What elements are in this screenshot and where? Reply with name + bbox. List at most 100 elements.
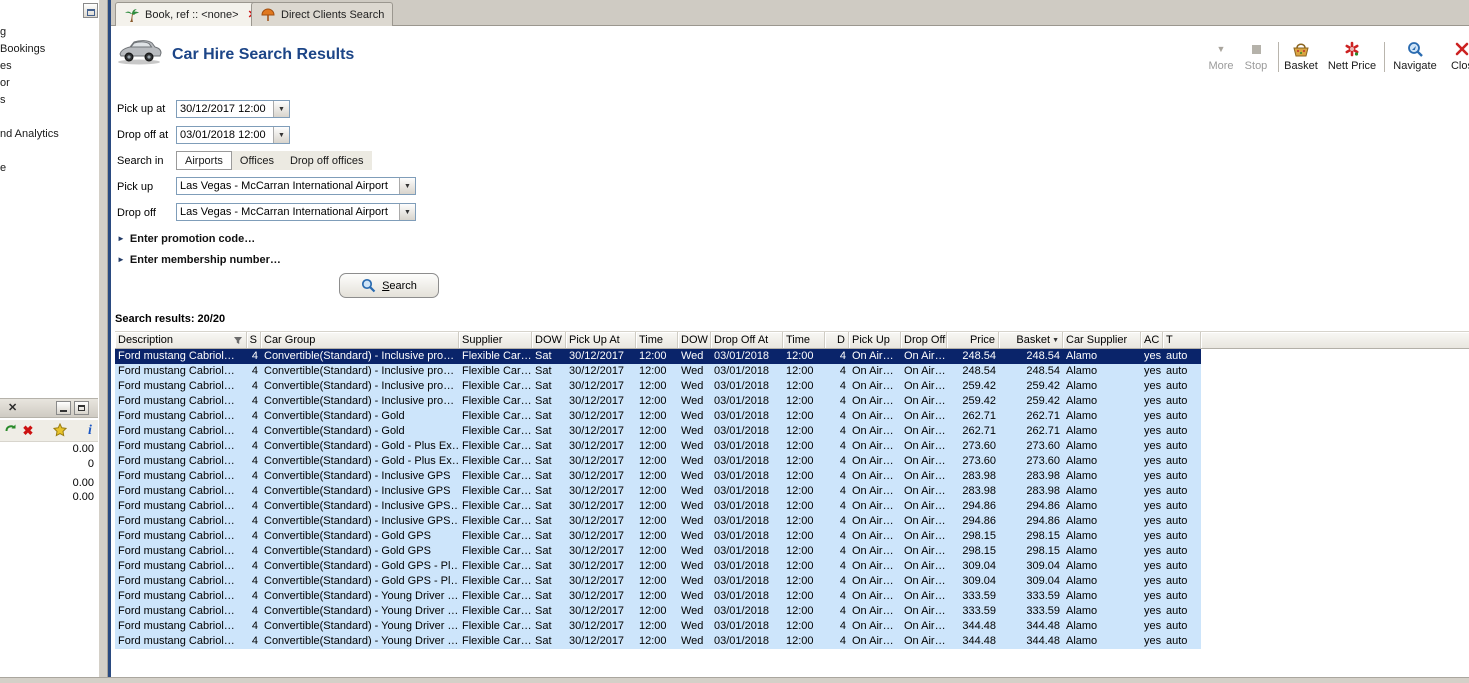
membership-number-expander[interactable]: ► Enter membership number… xyxy=(117,252,281,267)
column-header-16-ac[interactable]: AC xyxy=(1141,332,1163,348)
refresh-icon[interactable] xyxy=(3,423,19,439)
column-header-5-pick-up-at[interactable]: Pick Up At xyxy=(566,332,636,348)
table-row[interactable]: Ford mustang Cabriol… 4 Convertible(Standa… xyxy=(115,634,1201,649)
column-header-7-dow[interactable]: DOW xyxy=(678,332,711,348)
column-header-6-time[interactable]: Time xyxy=(636,332,678,348)
cell: Ford mustang Cabriol… xyxy=(118,485,235,497)
table-row[interactable]: Ford mustang Cabriol… 4 Convertible(Standa… xyxy=(115,529,1201,544)
panel-close-icon[interactable]: ✕ xyxy=(8,401,17,414)
table-row[interactable]: Ford mustang Cabriol… 4 Convertible(Standa… xyxy=(115,469,1201,484)
cell: 273.60 xyxy=(1026,440,1060,452)
sidebar-item[interactable]: e xyxy=(0,161,6,176)
splitter[interactable] xyxy=(98,0,108,683)
cell: 03/01/2018 xyxy=(714,485,770,497)
search-button[interactable]: Search xyxy=(339,273,439,298)
cell: Convertible(Standard) - Inclusive GPS xyxy=(264,485,451,497)
table-row[interactable]: Ford mustang Cabriol… 4 Convertible(Standa… xyxy=(115,409,1201,424)
column-header-8-drop-off-at[interactable]: Drop Off At xyxy=(711,332,783,348)
table-row[interactable]: Ford mustang Cabriol… 4 Convertible(Standa… xyxy=(115,574,1201,589)
navigate-button[interactable]: Navigate xyxy=(1390,40,1440,76)
table-row[interactable]: Ford mustang Cabriol… 4 Convertible(Standa… xyxy=(115,424,1201,439)
tab-book-ref[interactable]: Book, ref :: <none> ✕ xyxy=(115,2,266,26)
cell: 12:00 xyxy=(786,620,814,632)
filter-icon[interactable] xyxy=(233,336,243,345)
cell: Convertible(Standard) - Inclusive pro… xyxy=(264,350,455,362)
sidebar-item[interactable]: nd Analytics xyxy=(0,127,59,142)
tab-direct-clients-search[interactable]: Direct Clients Search xyxy=(251,2,394,26)
restore-panel-button[interactable] xyxy=(74,401,89,415)
table-row[interactable]: Ford mustang Cabriol… 4 Convertible(Standa… xyxy=(115,364,1201,379)
table-row[interactable]: Ford mustang Cabriol… 4 Convertible(Standa… xyxy=(115,439,1201,454)
delete-icon[interactable]: ✖ xyxy=(20,423,36,439)
column-header-15-car-supplier[interactable]: Car Supplier xyxy=(1063,332,1141,348)
cell: 30/12/2017 xyxy=(569,485,625,497)
chevron-down-icon[interactable]: ▼ xyxy=(273,127,289,143)
dropoff-location-combobox[interactable]: Las Vegas - McCarran International Airpo… xyxy=(176,203,416,221)
nett-price-button[interactable]: Nett Price xyxy=(1324,40,1380,76)
table-row[interactable]: Ford mustang Cabriol… 4 Convertible(Standa… xyxy=(115,454,1201,469)
column-header-1-s[interactable]: S xyxy=(247,332,261,348)
info-icon[interactable]: i xyxy=(82,423,98,439)
collapse-sidebar-button[interactable] xyxy=(83,3,98,18)
cell: 03/01/2018 xyxy=(714,530,770,542)
cell: 12:00 xyxy=(786,560,814,572)
chevron-down-icon[interactable]: ▼ xyxy=(399,178,415,194)
table-row[interactable]: Ford mustang Cabriol… 4 Convertible(Standa… xyxy=(115,514,1201,529)
basket-button[interactable]: Basket xyxy=(1282,40,1320,76)
column-header-4-dow[interactable]: DOW xyxy=(532,332,566,348)
cell: 4 xyxy=(251,395,258,407)
cell: auto xyxy=(1166,395,1188,407)
cell: Flexible Car… xyxy=(462,395,532,407)
cell: auto xyxy=(1166,380,1188,392)
table-row[interactable]: Ford mustang Cabriol… 4 Convertible(Standa… xyxy=(115,544,1201,559)
cell: 03/01/2018 xyxy=(714,560,770,572)
table-row[interactable]: Ford mustang Cabriol… 4 Convertible(Standa… xyxy=(115,484,1201,499)
cell: Convertible(Standard) - Inclusive pro… xyxy=(264,365,455,377)
cell: Ford mustang Cabriol… xyxy=(118,575,235,587)
column-header-9-time[interactable]: Time xyxy=(783,332,825,348)
column-header-3-supplier[interactable]: Supplier xyxy=(459,332,532,348)
cell: 03/01/2018 xyxy=(714,575,770,587)
table-row[interactable]: Ford mustang Cabriol… 4 Convertible(Standa… xyxy=(115,499,1201,514)
table-row[interactable]: Ford mustang Cabriol… 4 Convertible(Standa… xyxy=(115,379,1201,394)
cell: Convertible(Standard) - Gold GPS xyxy=(264,530,431,542)
cell: 30/12/2017 xyxy=(569,455,625,467)
search-in-tab-drop-off-offices[interactable]: Drop off offices xyxy=(282,151,372,170)
column-header-10-d[interactable]: D xyxy=(825,332,849,348)
cell: 12:00 xyxy=(639,410,667,422)
sidebar-item[interactable]: Bookings xyxy=(0,42,45,57)
table-row[interactable]: Ford mustang Cabriol… 4 Convertible(Standa… xyxy=(115,619,1201,634)
chevron-down-icon[interactable]: ▼ xyxy=(399,204,415,220)
cell: 30/12/2017 xyxy=(569,560,625,572)
column-header-2-car-group[interactable]: Car Group xyxy=(261,332,459,348)
star-icon[interactable] xyxy=(52,422,68,439)
table-row[interactable]: Ford mustang Cabriol… 4 Convertible(Standa… xyxy=(115,559,1201,574)
pickup-at-combobox[interactable]: 30/12/2017 12:00 ▼ xyxy=(176,100,290,118)
table-row[interactable]: Ford mustang Cabriol… 4 Convertible(Standa… xyxy=(115,394,1201,409)
close-button[interactable]: Clos xyxy=(1442,40,1469,76)
cell: 4 xyxy=(839,635,846,647)
column-header-0-description[interactable]: Description xyxy=(115,332,247,348)
table-row[interactable]: Ford mustang Cabriol… 4 Convertible(Standa… xyxy=(115,589,1201,604)
cell: yes xyxy=(1144,590,1162,602)
column-header-14-basket[interactable]: Basket ▼ xyxy=(999,332,1063,348)
column-header-12-drop-off[interactable]: Drop Off xyxy=(901,332,947,348)
table-row[interactable]: Ford mustang Cabriol… 4 Convertible(Standa… xyxy=(115,349,1201,364)
search-in-tab-offices[interactable]: Offices xyxy=(232,151,282,170)
chevron-down-icon[interactable]: ▼ xyxy=(273,101,289,117)
pickup-location-combobox[interactable]: Las Vegas - McCarran International Airpo… xyxy=(176,177,416,195)
column-header-13-price[interactable]: Price xyxy=(947,332,999,348)
search-in-tab-airports[interactable]: Airports xyxy=(176,151,232,170)
cell: Flexible Car… xyxy=(462,560,532,572)
sidebar-item[interactable]: g xyxy=(0,25,6,40)
sidebar-item[interactable]: s xyxy=(0,93,6,108)
sidebar-item[interactable]: or xyxy=(0,76,10,91)
minimize-panel-button[interactable] xyxy=(56,401,71,415)
table-row[interactable]: Ford mustang Cabriol… 4 Convertible(Standa… xyxy=(115,604,1201,619)
cell: auto xyxy=(1166,560,1188,572)
column-header-17-t[interactable]: T xyxy=(1163,332,1201,348)
dropoff-at-combobox[interactable]: 03/01/2018 12:00 ▼ xyxy=(176,126,290,144)
sidebar-item[interactable]: es xyxy=(0,59,12,74)
column-header-11-pick-up[interactable]: Pick Up xyxy=(849,332,901,348)
promotion-code-expander[interactable]: ► Enter promotion code… xyxy=(117,231,255,246)
